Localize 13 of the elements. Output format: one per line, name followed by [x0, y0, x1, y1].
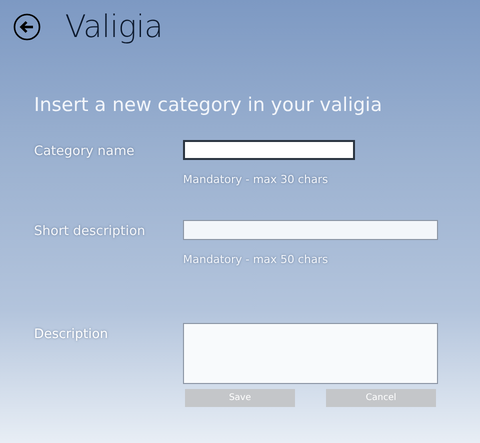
page-title: Valigia	[65, 12, 163, 42]
save-button[interactable]: Save	[185, 389, 295, 407]
hint-text: Mandatory - max 30 chars	[183, 173, 329, 186]
form-heading: Insert a new category in your valigia	[34, 94, 384, 116]
hint-text: Mandatory - max 50 chars	[183, 253, 329, 266]
input-field[interactable]	[183, 220, 438, 240]
cancel-button[interactable]: Cancel	[326, 389, 436, 407]
back-icon[interactable]	[13, 13, 41, 41]
field-label: Category name	[34, 143, 136, 161]
field-label: Description	[34, 326, 110, 344]
field-label: Short description	[34, 223, 146, 241]
input-field[interactable]	[183, 140, 355, 160]
text-area[interactable]	[183, 323, 438, 384]
